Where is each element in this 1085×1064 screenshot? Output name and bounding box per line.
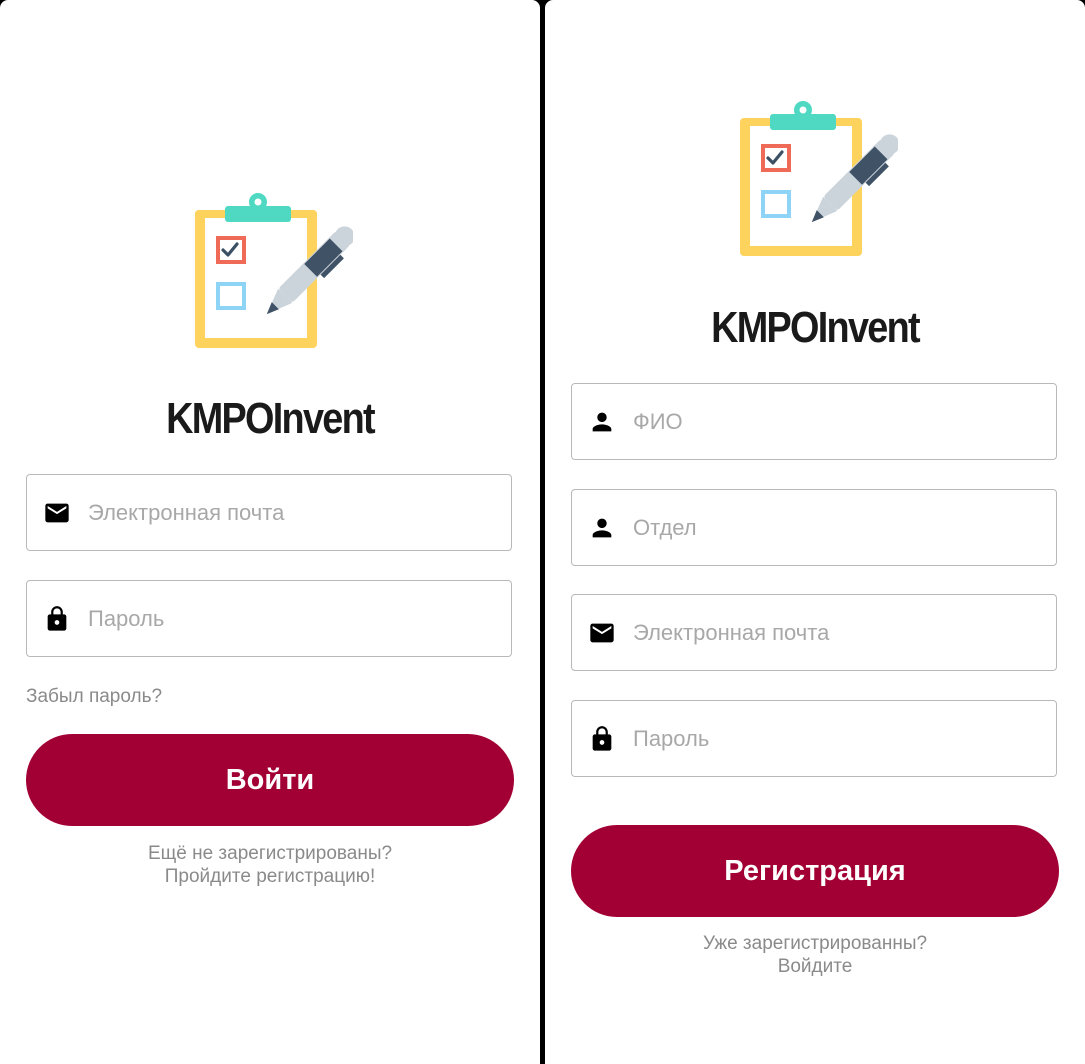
- register-link[interactable]: Ещё не зарегистрированы? Пройдите регист…: [0, 842, 540, 888]
- envelope-icon: [587, 618, 617, 648]
- lock-icon: [587, 724, 617, 754]
- login-prompt-line1: Уже зарегистрированны?: [702, 933, 928, 954]
- register-button[interactable]: Регистрация: [571, 825, 1059, 917]
- email-field[interactable]: [571, 594, 1057, 671]
- person-icon: [587, 407, 617, 437]
- clipboard-checklist-pen-icon: [183, 188, 353, 358]
- department-field[interactable]: [571, 489, 1057, 566]
- login-screen: KMPOInvent Забыл пароль? Войти Ещё не за…: [0, 0, 540, 1064]
- lock-icon: [42, 604, 72, 634]
- app-title: KMPOInvent: [711, 303, 920, 352]
- clipboard-checklist-pen-icon: [728, 96, 898, 266]
- forgot-password-link[interactable]: Забыл пароль?: [26, 686, 162, 708]
- envelope-icon: [42, 498, 72, 528]
- department-input[interactable]: [633, 514, 1056, 541]
- login-link[interactable]: Уже зарегистрированны? Войдите: [545, 932, 1085, 978]
- person-icon: [587, 513, 617, 543]
- password-input[interactable]: [633, 725, 1056, 752]
- register-prompt-line1: Ещё не зарегистрированы?: [147, 843, 393, 864]
- login-button[interactable]: Войти: [26, 734, 514, 826]
- password-field[interactable]: [571, 700, 1057, 777]
- register-screen: KMPOInvent Регистрация Уже зарегистриров…: [545, 0, 1085, 1064]
- email-input[interactable]: [633, 619, 1056, 646]
- password-input[interactable]: [88, 605, 511, 632]
- email-input[interactable]: [88, 499, 511, 526]
- app-title: KMPOInvent: [166, 394, 375, 443]
- full-name-field[interactable]: [571, 383, 1057, 460]
- full-name-input[interactable]: [633, 408, 1056, 435]
- register-prompt-line2: Пройдите регистрацию!: [164, 866, 376, 887]
- email-field[interactable]: [26, 474, 512, 551]
- login-prompt-line2: Войдите: [777, 956, 853, 977]
- password-field[interactable]: [26, 580, 512, 657]
